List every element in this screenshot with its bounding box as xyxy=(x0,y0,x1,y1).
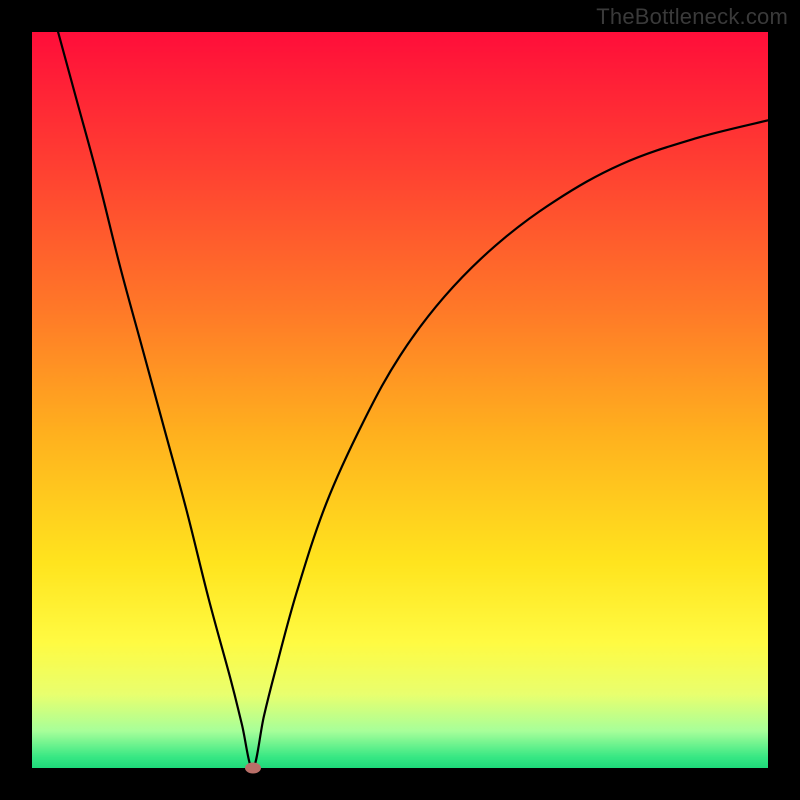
chart-stage: TheBottleneck.com xyxy=(0,0,800,800)
watermark: TheBottleneck.com xyxy=(596,4,788,30)
plot-area xyxy=(32,32,768,768)
bottleneck-curve xyxy=(32,32,768,768)
minimum-marker xyxy=(245,763,261,774)
